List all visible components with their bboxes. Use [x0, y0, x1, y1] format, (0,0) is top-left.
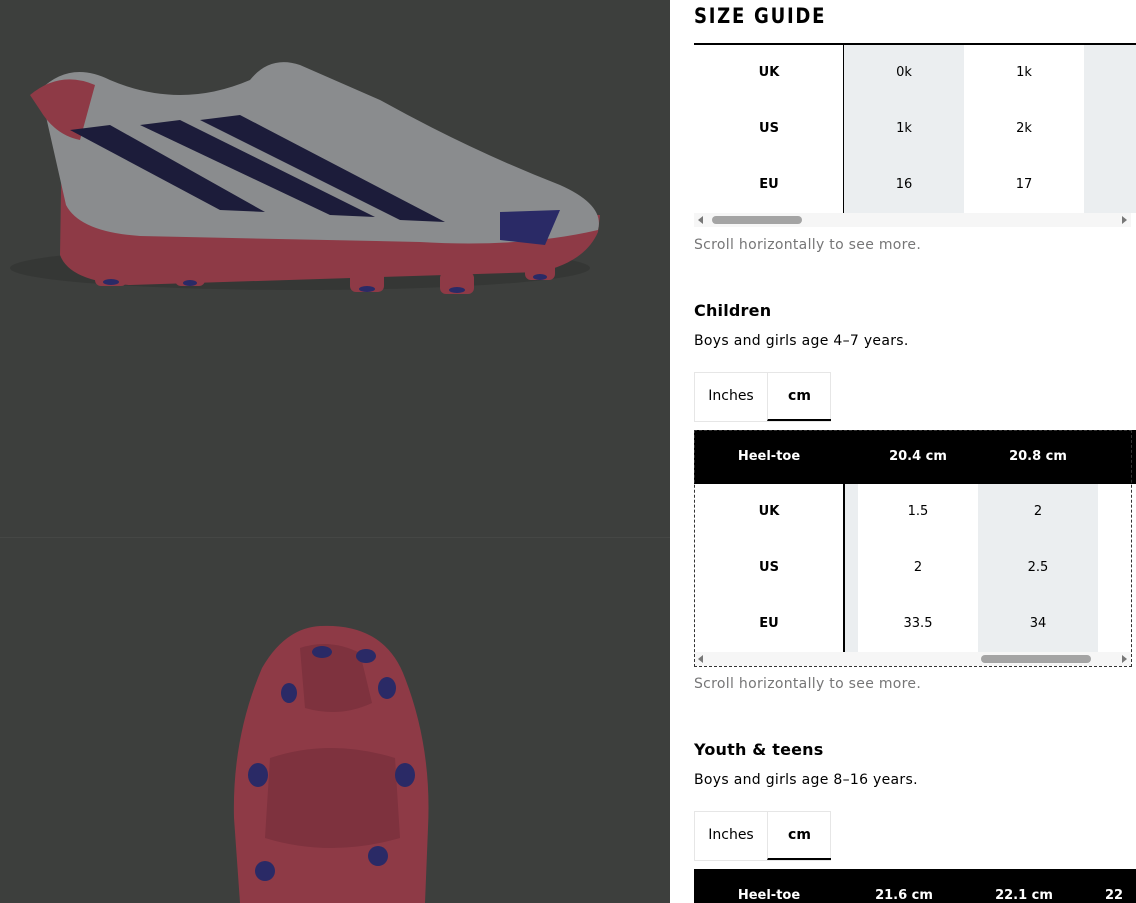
table-cell: 2k — [1016, 121, 1032, 136]
unit-inches-button[interactable]: Inches — [695, 373, 767, 421]
table-cell: 1k — [896, 121, 912, 136]
football-boot-side-image — [10, 62, 600, 294]
table-row: UK 0k 1k — [694, 45, 1136, 101]
scroll-hint: Scroll horizontally to see more. — [694, 676, 922, 692]
table-cell: 2 — [913, 560, 923, 575]
table-row: US 2 2.5 — [694, 540, 1136, 596]
table-cell: 2.5 — [1027, 560, 1049, 575]
column-header: Heel-toe — [737, 888, 801, 903]
table-cell: 2 — [1033, 504, 1043, 519]
football-boot-sole-image — [233, 625, 429, 903]
scroll-right-arrow-icon[interactable] — [1122, 216, 1127, 224]
row-label: UK — [758, 65, 780, 80]
children-size-table[interactable]: Heel-toe 20.4 cm 20.8 cm UK 1.5 2 US 2 2… — [694, 430, 1136, 652]
table-header-row: Heel-toe 21.6 cm 22.1 cm 22 — [694, 869, 1136, 903]
row-label: EU — [759, 177, 779, 192]
scroll-left-arrow-icon[interactable] — [698, 655, 703, 663]
product-image-side[interactable] — [0, 0, 670, 537]
unit-cm-button[interactable]: cm — [767, 373, 831, 421]
youth-unit-toggle: Inches cm — [694, 811, 831, 861]
table-header-row: Heel-toe 20.4 cm 20.8 cm — [694, 430, 1136, 484]
table-cell: 34 — [1029, 616, 1047, 631]
table-cell: 16 — [895, 177, 913, 192]
youth-section-description: Boys and girls age 8–16 years. — [694, 772, 918, 788]
unit-inches-button[interactable]: Inches — [695, 812, 767, 860]
children-unit-toggle: Inches cm — [694, 372, 831, 422]
scroll-right-arrow-icon[interactable] — [1122, 655, 1127, 663]
row-label: US — [759, 560, 779, 575]
table-row: EU 33.5 34 — [694, 596, 1136, 652]
table-row: EU 16 17 — [694, 157, 1136, 213]
children-table-scrollbar[interactable] — [694, 652, 1131, 666]
table-cell: 33.5 — [903, 616, 933, 631]
product-image-sole[interactable] — [0, 538, 670, 903]
column-header: 22.1 cm — [995, 888, 1053, 903]
infant-size-table[interactable]: UK 0k 1k US 1k 2k EU 16 17 — [694, 45, 1136, 213]
table-row: UK 1.5 2 — [694, 484, 1136, 540]
row-label: US — [759, 121, 779, 136]
table-cell: 1k — [1016, 65, 1032, 80]
children-section-title: Children — [694, 301, 772, 320]
size-guide-panel: SIZE GUIDE UK 0k 1k US 1k 2k EU 16 17 Sc… — [670, 0, 1136, 903]
scroll-hint: Scroll horizontally to see more. — [694, 237, 922, 253]
table-cell: 0k — [896, 65, 912, 80]
page-title: SIZE GUIDE — [694, 4, 827, 28]
unit-cm-button[interactable]: cm — [767, 812, 831, 860]
column-header: Heel-toe — [737, 449, 801, 464]
infant-table-scrollbar[interactable] — [694, 213, 1131, 227]
column-header: 22 — [1104, 888, 1124, 903]
row-label: EU — [759, 616, 779, 631]
scroll-left-arrow-icon[interactable] — [698, 216, 703, 224]
scrollbar-thumb[interactable] — [712, 216, 802, 224]
youth-size-table[interactable]: Heel-toe 21.6 cm 22.1 cm 22 — [694, 869, 1136, 903]
table-row: US 1k 2k — [694, 101, 1136, 157]
row-label: UK — [758, 504, 780, 519]
column-header: 20.4 cm — [889, 449, 947, 464]
column-header: 20.8 cm — [1009, 449, 1067, 464]
scrollbar-thumb[interactable] — [981, 655, 1091, 663]
table-cell: 17 — [1015, 177, 1033, 192]
table-cell: 1.5 — [907, 504, 929, 519]
product-gallery — [0, 0, 670, 903]
youth-section-title: Youth & teens — [694, 740, 824, 759]
children-section-description: Boys and girls age 4–7 years. — [694, 333, 909, 349]
column-header: 21.6 cm — [875, 888, 933, 903]
